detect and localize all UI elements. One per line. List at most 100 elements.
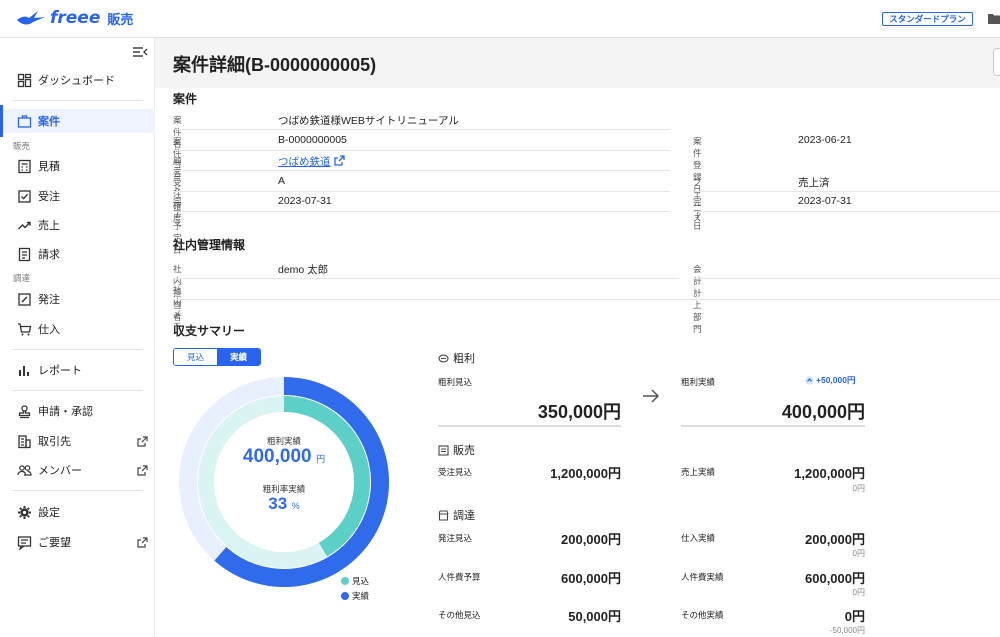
sidebar-item-label: 設定 bbox=[38, 507, 60, 519]
labor-actual-value: 600,000円 bbox=[805, 571, 865, 586]
purchase-forecast-value: 200,000円 bbox=[561, 532, 621, 547]
toggle-forecast[interactable]: 見込 bbox=[174, 349, 217, 365]
section-label-procurement: 調達 bbox=[13, 273, 31, 283]
toggle-actual[interactable]: 実績 bbox=[217, 349, 260, 365]
divider bbox=[173, 211, 670, 212]
phase-value: 売上済 bbox=[798, 177, 830, 189]
gross-profit-heading: 粗利 bbox=[438, 350, 475, 366]
procurement-title: 調達 bbox=[453, 510, 475, 522]
sidebar-item-label: 受注 bbox=[38, 191, 60, 203]
gross-actual-label: 粗利実績 bbox=[681, 377, 716, 387]
sidebar-item-label: ご要望 bbox=[38, 537, 71, 549]
deal-code-value: B-0000000005 bbox=[278, 134, 347, 146]
divider bbox=[173, 129, 670, 130]
sidebar-item-dashboard[interactable]: ダッシュボード bbox=[0, 68, 155, 92]
donut-rate-value: 33 bbox=[268, 494, 288, 513]
customer-link[interactable]: つばめ鉄道 bbox=[278, 156, 331, 168]
deal-name-value: つばめ鉄道様WEBサイトリニューアル bbox=[278, 115, 459, 127]
freee-logo[interactable]: freee 販売 bbox=[16, 8, 133, 28]
other-diff: -50,000円 bbox=[829, 626, 865, 635]
sidebar-item-sales[interactable]: 売上 bbox=[0, 213, 155, 237]
customer-value-wrap: つばめ鉄道 bbox=[278, 154, 345, 169]
donut-rate-unit: % bbox=[291, 501, 300, 511]
folder-icon[interactable] bbox=[988, 13, 1000, 24]
receipt-icon bbox=[438, 444, 449, 456]
sidebar-item-feedback[interactable]: ご要望 bbox=[0, 530, 155, 554]
shop-icon bbox=[438, 509, 449, 521]
sidebar-item-label: 売上 bbox=[38, 220, 60, 232]
donut-profit-unit: 円 bbox=[316, 454, 326, 464]
sales-title: 販売 bbox=[453, 445, 475, 457]
edit-box-icon bbox=[18, 292, 31, 306]
sales-heading: 販売 bbox=[438, 442, 475, 458]
sidebar-item-members[interactable]: メンバー bbox=[0, 458, 155, 482]
gross-forecast-value: 350,000円 bbox=[537, 402, 621, 422]
gross-forecast-label: 粗利見込 bbox=[438, 377, 473, 387]
sidebar-item-approval[interactable]: 申請・承認 bbox=[0, 399, 155, 423]
profit-donut-chart bbox=[179, 377, 389, 587]
brand-name: freee bbox=[50, 8, 101, 28]
sidebar-item-label: 申請・承認 bbox=[38, 406, 93, 418]
other-actual-value: 0円 bbox=[844, 609, 865, 624]
divider bbox=[12, 390, 143, 391]
sidebar-item-billing[interactable]: 請求 bbox=[0, 242, 155, 266]
legend-item-forecast: 見込 bbox=[341, 575, 369, 587]
other-forecast-value: 50,000円 bbox=[568, 609, 621, 624]
field-label: 完了日 bbox=[693, 197, 702, 231]
external-link-icon bbox=[137, 536, 148, 548]
divider bbox=[693, 191, 1000, 192]
sidebar-item-purchase-order[interactable]: 発注 bbox=[0, 287, 155, 311]
page-header: 案件詳細(B-0000000005) bbox=[155, 38, 1000, 88]
message-icon bbox=[17, 535, 32, 550]
sidebar-item-partners[interactable]: 取引先 bbox=[0, 429, 155, 453]
gross-diff-value: +50,000円 bbox=[816, 375, 856, 385]
sidebar-item-label: ダッシュボード bbox=[38, 75, 115, 87]
sidebar-item-label: 取引先 bbox=[38, 436, 71, 448]
sidebar-item-estimate[interactable]: 見積 bbox=[0, 154, 155, 178]
divider bbox=[681, 425, 865, 427]
forecast-actual-toggle[interactable]: 見込 実績 bbox=[173, 348, 261, 366]
page-title: 案件詳細(B-0000000005) bbox=[173, 55, 377, 75]
probability-value: A bbox=[278, 175, 286, 187]
legend-dot bbox=[341, 577, 349, 585]
legend-label: 実績 bbox=[352, 591, 370, 601]
header-action-button[interactable] bbox=[993, 48, 1000, 76]
sidebar-item-order[interactable]: 受注 bbox=[0, 184, 155, 208]
briefcase-icon bbox=[17, 114, 32, 128]
divider bbox=[173, 170, 670, 171]
procurement-heading: 調達 bbox=[438, 507, 475, 523]
sidebar-item-label: レポート bbox=[38, 365, 82, 377]
divider bbox=[693, 278, 1000, 279]
purchase-actual-value: 200,000円 bbox=[805, 532, 865, 547]
sidebar-item-deals[interactable]: 案件 bbox=[0, 105, 155, 137]
divider bbox=[12, 100, 143, 101]
divider bbox=[438, 425, 621, 427]
sidebar-item-label: 案件 bbox=[38, 116, 60, 128]
purchase-diff: 0円 bbox=[852, 549, 865, 558]
summary-section-title: 収支サマリー bbox=[173, 324, 246, 338]
coin-icon bbox=[438, 353, 449, 363]
external-link-icon bbox=[137, 435, 148, 447]
owner-value: demo 太郎 bbox=[278, 264, 329, 276]
sidebar: ダッシュボード 案件 販売 見積 受注 売上 請求 調達 発注 仕入 レポート … bbox=[0, 38, 155, 637]
external-link-icon[interactable] bbox=[333, 155, 345, 166]
divider bbox=[173, 150, 670, 151]
labor-forecast-value: 600,000円 bbox=[561, 571, 621, 586]
collapse-sidebar-icon[interactable] bbox=[132, 46, 148, 58]
sidebar-item-purchase[interactable]: 仕入 bbox=[0, 317, 155, 341]
labor-diff: 0円 bbox=[852, 588, 865, 597]
donut-profit-value-wrap: 400,000 円 bbox=[220, 446, 348, 468]
divider bbox=[693, 211, 1000, 212]
gross-profit-title: 粗利 bbox=[453, 353, 475, 365]
section-label-sales: 販売 bbox=[13, 141, 31, 151]
users-icon bbox=[17, 464, 32, 476]
internal-section-title: 社内管理情報 bbox=[173, 238, 246, 252]
trending-up-icon bbox=[18, 221, 31, 229]
sidebar-item-settings[interactable]: 設定 bbox=[0, 500, 155, 524]
up-badge-icon bbox=[805, 375, 814, 385]
stamp-icon bbox=[18, 404, 31, 418]
sidebar-item-label: 見積 bbox=[38, 161, 60, 173]
divider bbox=[12, 490, 143, 491]
sidebar-item-report[interactable]: レポート bbox=[0, 358, 155, 382]
calculator-icon bbox=[18, 159, 31, 173]
